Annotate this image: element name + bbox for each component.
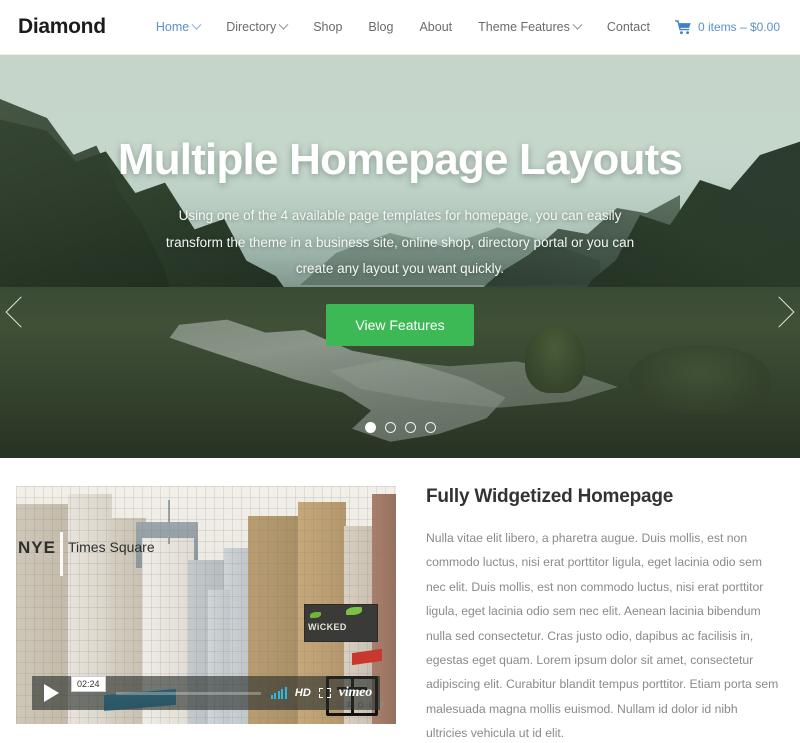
cart-summary-text: 0 items – $0.00 [697,20,780,34]
nav-label: Home [155,20,190,34]
chevron-down-icon [278,19,289,30]
hero-title: Multiple Homepage Layouts [117,135,683,184]
hero-subtitle: Using one of the 4 available page templa… [165,208,635,276]
nav-item-contact[interactable]: Contact [594,20,663,34]
volume-icon[interactable] [270,687,287,699]
vimeo-video-player[interactable]: WiCKED NYE Times Square GROUP 02:24 HD v [16,486,396,724]
video-progress-bar[interactable] [115,691,261,695]
chevron-down-icon [191,19,202,30]
nav-item-blog[interactable]: Blog [355,20,406,34]
play-icon[interactable] [44,684,59,702]
nav-label: Theme Features [478,20,570,34]
shopping-cart-icon [674,19,691,34]
fullscreen-icon[interactable] [318,688,331,698]
hero-slider: Multiple Homepage Layouts Using one of t… [0,55,800,458]
slider-dot-4[interactable] [424,422,436,433]
slider-pagination [0,422,800,433]
main-navigation: Home Directory Shop Blog About Theme Fea… [143,19,784,35]
slider-dot-1[interactable] [364,422,376,433]
nav-item-theme-features[interactable]: Theme Features [465,19,594,34]
section-paragraph: Nulla vitae elit libero, a pharetra augu… [426,531,779,741]
hd-quality-button[interactable]: HD [295,687,311,699]
view-features-button[interactable]: View Features [326,304,474,347]
cart-widget[interactable]: 0 items – $0.00 [663,19,784,35]
video-overlay-brand: NYE [18,538,56,557]
slider-dot-2[interactable] [384,422,396,433]
nav-label: Contact [606,20,650,34]
section-title: Fully Widgetized Homepage [426,486,674,507]
slider-dot-3[interactable] [404,422,416,433]
nav-label: Blog [368,20,394,34]
title-divider [60,532,63,576]
billboard-text: WiCKED [308,622,347,632]
hero-content: Multiple Homepage Layouts Using one of t… [0,55,800,458]
nav-label: About [419,20,453,34]
nav-label: Directory [226,20,277,34]
site-logo[interactable]: Diamond [18,15,106,39]
vimeo-logo[interactable]: vimeo [339,685,372,701]
nav-item-about[interactable]: About [406,20,465,34]
nav-label: Shop [313,20,343,34]
video-control-bar: 02:24 HD vimeo [32,676,380,710]
nav-item-home[interactable]: Home [143,19,213,34]
video-timestamp: 02:24 [71,676,106,692]
content-section: WiCKED NYE Times Square GROUP 02:24 HD v [0,458,800,743]
nav-item-shop[interactable]: Shop [300,20,355,34]
video-column: WiCKED NYE Times Square GROUP 02:24 HD v [16,486,396,743]
site-header: Diamond Home Directory Shop Blog About T… [0,0,800,55]
text-column: Fully Widgetized Homepage Nulla vitae el… [426,486,784,743]
nav-item-directory[interactable]: Directory [213,19,300,34]
chevron-down-icon [572,19,583,30]
video-overlay-title: Times Square [68,539,155,555]
